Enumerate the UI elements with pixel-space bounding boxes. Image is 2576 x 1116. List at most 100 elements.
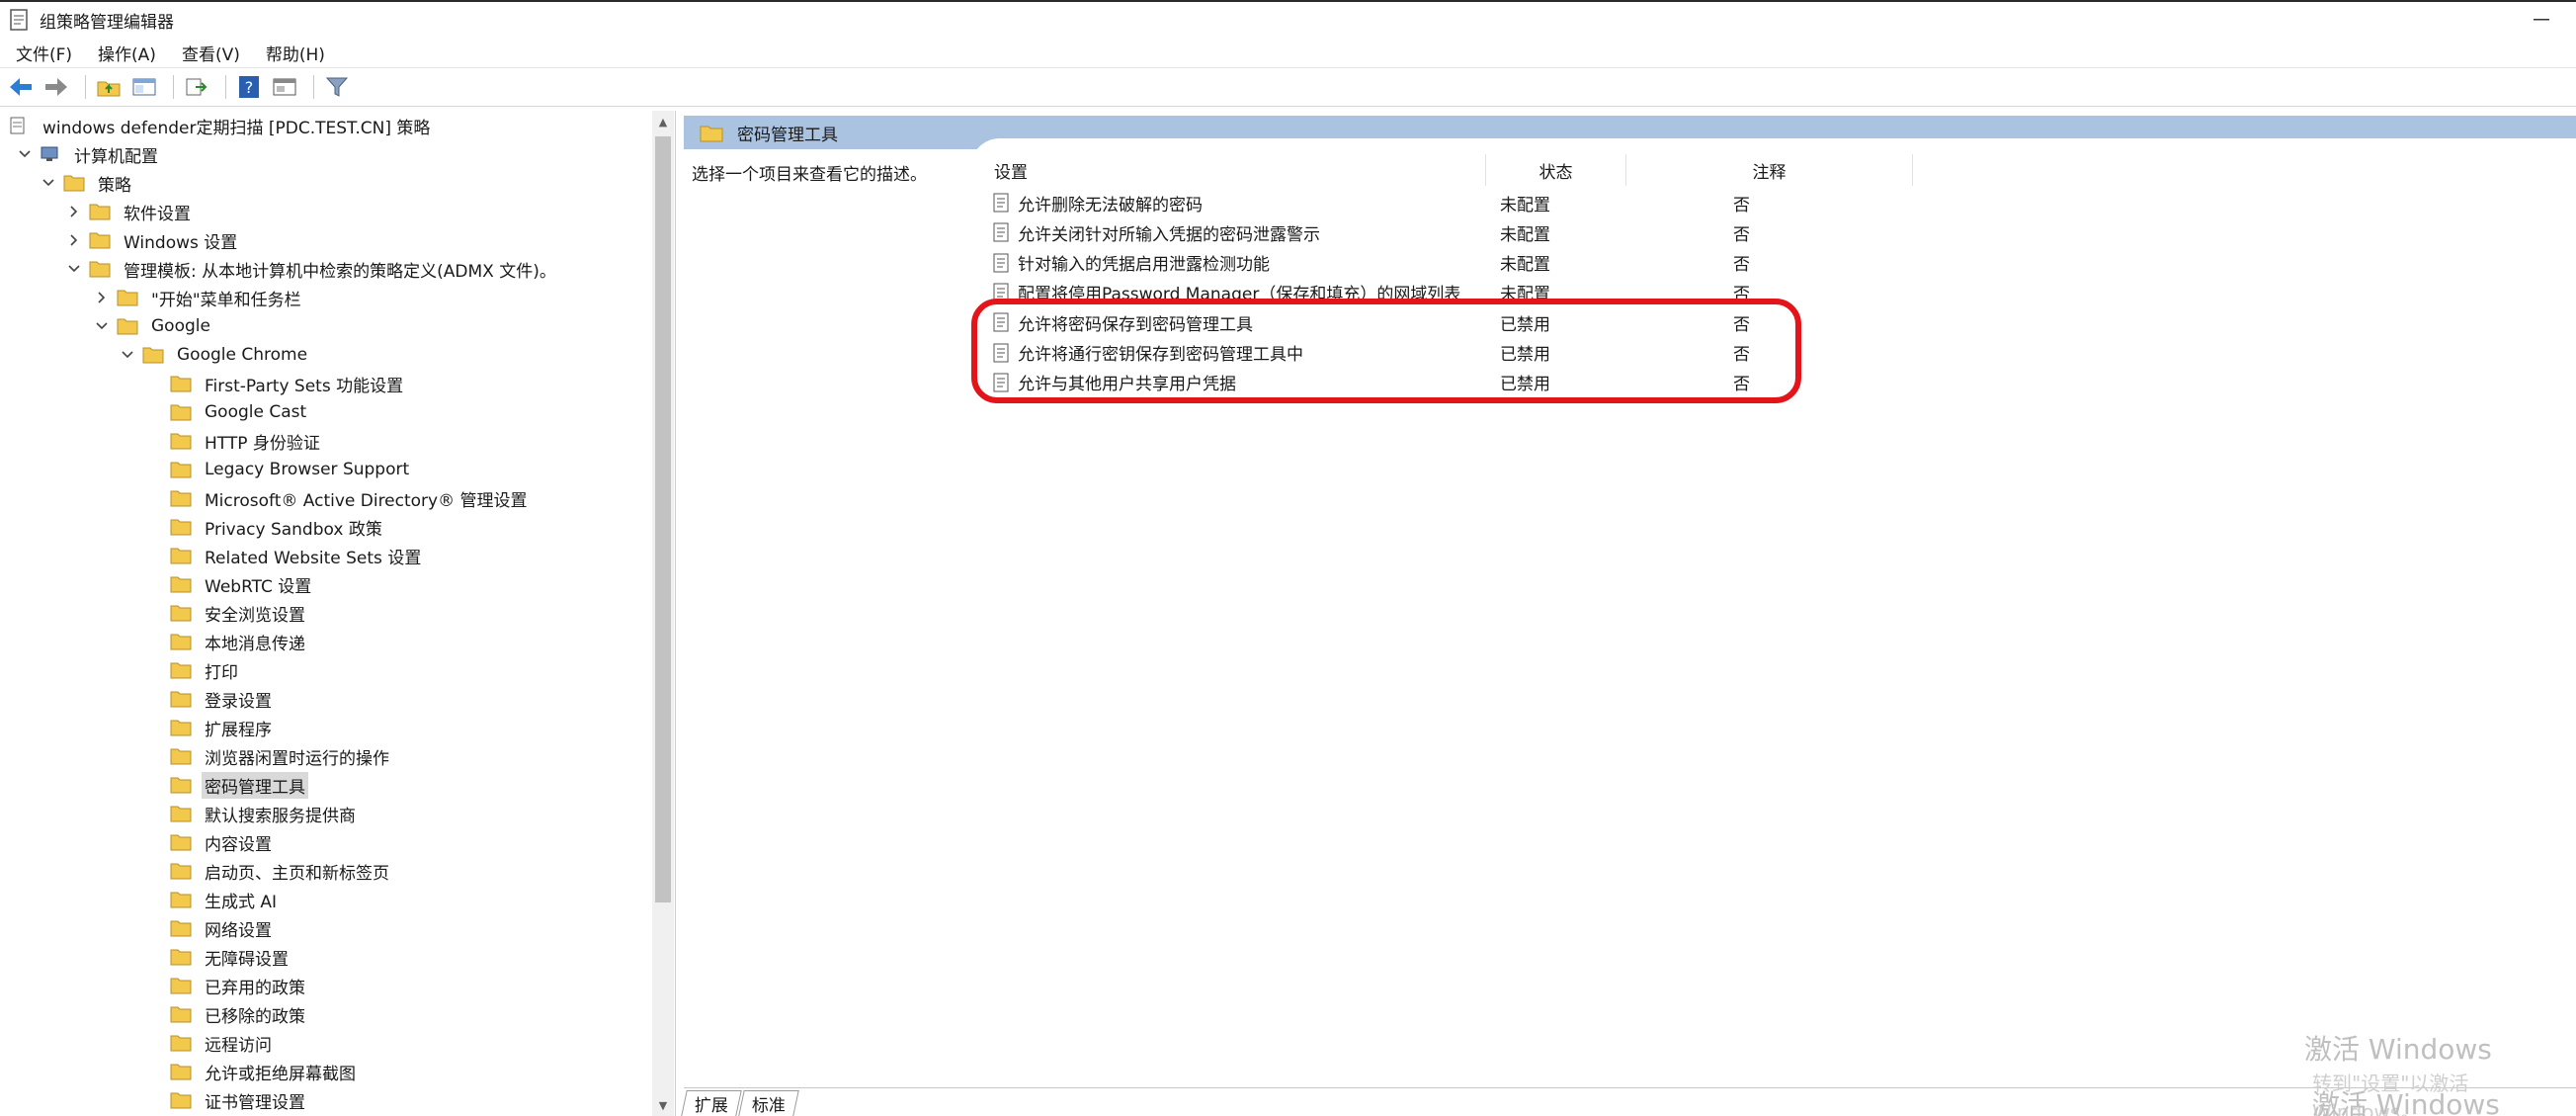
folder-icon	[700, 126, 723, 141]
policy-note: 否	[1733, 255, 1750, 276]
tree-item-chrome-child[interactable]: 安全浏览设置	[146, 600, 308, 626]
tree-item-label: WebRTC 设置	[205, 576, 312, 597]
menu-view[interactable]: 查看(V)	[182, 41, 240, 65]
tree-item-google-chrome[interactable]: Google Chrome	[119, 342, 310, 368]
forward-button[interactable]	[42, 72, 71, 102]
policy-row[interactable]: 针对输入的凭据启用泄露检测功能 未配置 否	[992, 248, 1980, 278]
tree-item-google[interactable]: Google	[93, 313, 213, 339]
chevron-right-icon[interactable]	[65, 203, 83, 220]
chevron-down-icon[interactable]	[119, 346, 136, 364]
window-title: 组策略管理编辑器	[40, 12, 174, 33]
tree-item-chrome-child[interactable]: 默认搜索服务提供商	[146, 801, 359, 826]
export-list-icon	[186, 78, 208, 96]
properties-icon	[273, 78, 296, 96]
folder-icon	[63, 175, 85, 192]
tree-item-chrome-child[interactable]: WebRTC 设置	[146, 571, 314, 597]
filter-button[interactable]	[322, 72, 352, 102]
tree-item-chrome-child[interactable]: Related Website Sets 设置	[146, 543, 424, 568]
tree-item-chrome-child[interactable]: 网络设置	[146, 915, 275, 941]
tree-item-computer-config[interactable]: 计算机配置	[16, 141, 161, 167]
tree-item-chrome-child[interactable]: 登录设置	[146, 686, 275, 712]
policy-note: 否	[1733, 195, 1750, 215]
up-folder-button[interactable]	[94, 72, 124, 102]
chevron-down-icon[interactable]	[16, 145, 34, 163]
tree-item-chrome-child[interactable]: 启动页、主页和新标签页	[146, 858, 392, 884]
folder-icon	[117, 290, 138, 306]
tree-item-chrome-child[interactable]: Google Cast	[146, 399, 309, 425]
help-button[interactable]: ?	[234, 72, 264, 102]
chevron-down-icon[interactable]	[40, 174, 57, 192]
minimize-button[interactable]	[2507, 2, 2576, 38]
tree-item-policies[interactable]: 策略	[40, 170, 134, 196]
tree-item-label: 扩展程序	[205, 720, 272, 740]
tree-item-chrome-child[interactable]: 证书管理设置	[146, 1087, 308, 1113]
tree-item-chrome-child[interactable]: 生成式 AI	[146, 887, 280, 912]
column-header-setting[interactable]: 设置	[992, 154, 1486, 186]
tree-item-label: Related Website Sets 设置	[205, 548, 422, 568]
folder-icon	[170, 949, 192, 966]
tree-item-root[interactable]: windows defender定期扫描 [PDC.TEST.CN] 策略	[8, 113, 433, 138]
tree-item-label: 远程访问	[205, 1035, 272, 1056]
menu-action[interactable]: 操作(A)	[98, 41, 156, 65]
tree-item-chrome-child[interactable]: First-Party Sets 功能设置	[146, 371, 406, 396]
tree-item-chrome-child[interactable]: Microsoft® Active Directory® 管理设置	[146, 485, 531, 511]
chevron-down-icon[interactable]	[93, 317, 111, 335]
export-list-button[interactable]	[182, 72, 211, 102]
tree-item-windows-settings[interactable]: Windows 设置	[65, 227, 240, 253]
menu-help[interactable]: 帮助(H)	[266, 41, 325, 65]
folder-icon	[170, 519, 192, 536]
tree-item-label: First-Party Sets 功能设置	[205, 376, 404, 396]
tree-item-start-menu[interactable]: "开始"菜单和任务栏	[93, 285, 304, 310]
tab-standard[interactable]: 标准	[738, 1090, 799, 1116]
column-header-state[interactable]: 状态	[1486, 154, 1626, 186]
tree-item-admin-templates[interactable]: 管理模板: 从本地计算机中检索的策略定义(ADMX 文件)。	[65, 256, 559, 282]
policy-name: 允许删除无法破解的密码	[1018, 195, 1203, 215]
tree-item-chrome-child[interactable]: 内容设置	[146, 829, 275, 855]
tree-item-chrome-child[interactable]: Legacy Browser Support	[146, 457, 412, 482]
toolbar-separator	[225, 75, 226, 99]
tab-extended[interactable]: 扩展	[681, 1090, 742, 1116]
policy-setting-icon	[993, 253, 1009, 273]
menu-file[interactable]: 文件(F)	[16, 41, 72, 65]
policy-row[interactable]: 允许关闭针对所输入凭据的密码泄露警示 未配置 否	[992, 217, 1980, 247]
scroll-down-arrow-icon[interactable]: ▼	[652, 1094, 674, 1116]
tree-item-chrome-child[interactable]: 已弃用的政策	[146, 973, 308, 998]
tree-item-chrome-child[interactable]: 扩展程序	[146, 715, 275, 740]
tree-item-label: 网络设置	[205, 920, 272, 941]
scroll-thumb[interactable]	[655, 136, 671, 902]
folder-icon	[89, 261, 111, 278]
tree-item-chrome-child[interactable]: 允许或拒绝屏幕截图	[146, 1059, 359, 1084]
properties-button[interactable]	[270, 72, 299, 102]
chevron-right-icon[interactable]	[93, 289, 111, 306]
back-button[interactable]	[6, 72, 36, 102]
tree-item-chrome-child[interactable]: 已移除的政策	[146, 1001, 308, 1027]
policy-row[interactable]: 允许删除无法破解的密码 未配置 否	[992, 188, 1980, 217]
tree-item-chrome-child[interactable]: 密码管理工具	[146, 771, 308, 799]
tree-item-chrome-child[interactable]: 本地消息传递	[146, 629, 308, 654]
chevron-down-icon[interactable]	[65, 260, 83, 278]
tree-item-software-settings[interactable]: 软件设置	[65, 199, 194, 224]
tree-scrollbar[interactable]: ▲ ▼	[652, 111, 674, 1116]
gpo-document-icon	[10, 117, 25, 134]
tree-item-chrome-child[interactable]: HTTP 身份验证	[146, 428, 323, 454]
scroll-up-arrow-icon[interactable]: ▲	[652, 111, 674, 132]
policy-note: 否	[1733, 224, 1750, 245]
folder-icon	[170, 662, 192, 679]
tree-item-chrome-child[interactable]: 无障碍设置	[146, 944, 291, 970]
chevron-right-icon[interactable]	[65, 231, 83, 249]
tree-item-chrome-child[interactable]: Privacy Sandbox 政策	[146, 514, 385, 540]
show-hide-tree-button[interactable]	[129, 72, 159, 102]
tree-item-label: 默认搜索服务提供商	[205, 806, 356, 826]
tree-item-chrome-child[interactable]: 浏览器闲置时运行的操作	[146, 743, 392, 769]
tree-item-chrome-child[interactable]: 打印	[146, 657, 241, 683]
column-header-note[interactable]: 注释	[1626, 154, 1913, 186]
tree-item-chrome-child[interactable]: 远程访问	[146, 1030, 275, 1056]
